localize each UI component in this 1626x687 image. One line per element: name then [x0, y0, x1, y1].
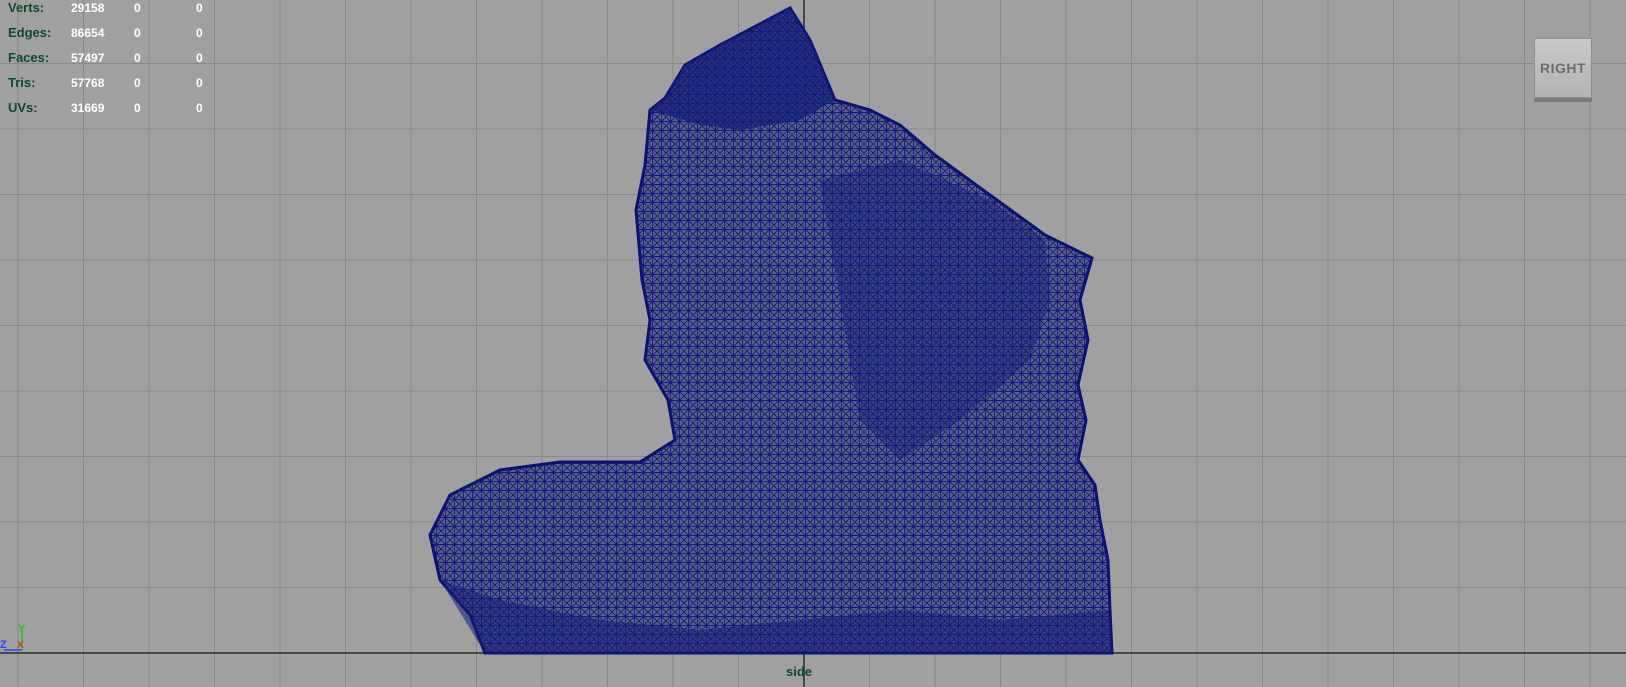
hud-value: 57768 [71, 76, 105, 90]
hud-label: Tris: [8, 75, 36, 90]
viewcube-right-face[interactable]: RIGHT [1534, 38, 1592, 98]
rock-mesh-wireframe[interactable] [0, 0, 1626, 687]
hud-label: Edges: [8, 25, 52, 40]
hud-value: 0 [134, 1, 141, 15]
hud-value: 0 [134, 51, 141, 65]
hud-value: 31669 [71, 101, 105, 115]
hud-value: 0 [196, 76, 203, 90]
axis-x-label: X [17, 640, 24, 651]
hud-value: 0 [196, 51, 203, 65]
rock-dense-edge-left [650, 8, 835, 130]
hud-label: Faces: [8, 50, 50, 65]
hud-label: Verts: [8, 0, 45, 15]
hud-value: 86654 [71, 26, 105, 40]
hud-value: 29158 [71, 1, 105, 15]
hud-value: 0 [196, 1, 203, 15]
axis-y-label: Y [18, 623, 26, 635]
hud-value: 0 [134, 76, 141, 90]
camera-name-label: side [786, 664, 813, 679]
axis-gizmo-icon: Y Z X [0, 623, 26, 651]
hud-label: UVs: [8, 100, 38, 115]
hud-value: 0 [134, 26, 141, 40]
hud-value: 57497 [71, 51, 105, 65]
hud-value: 0 [196, 101, 203, 115]
hud-value: 0 [134, 101, 141, 115]
hud-value: 0 [196, 26, 203, 40]
side-viewport[interactable]: Verts: 29158 0 0 Edges: 86654 0 0 Faces:… [0, 0, 1626, 687]
axis-z-label: Z [0, 639, 7, 651]
